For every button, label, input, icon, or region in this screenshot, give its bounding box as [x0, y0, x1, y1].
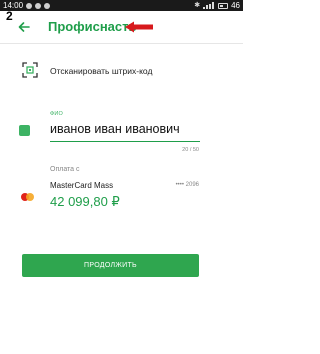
status-bar: 14:00 ✱ 46: [0, 0, 243, 11]
scan-barcode-row[interactable]: Отсканировать штрих-код: [0, 57, 243, 83]
card-balance: 42 099,80 ₽: [50, 194, 120, 209]
mastercard-icon: [21, 193, 35, 202]
notification-icon: [26, 2, 33, 9]
fio-input[interactable]: иванов иван иванович: [50, 122, 180, 136]
battery-icon: [218, 2, 229, 9]
annotation-arrow-icon: [125, 21, 153, 33]
back-arrow-icon: [18, 22, 30, 32]
scan-barcode-label: Отсканировать штрих-код: [50, 66, 153, 76]
card-name: MasterCard Mass: [50, 181, 114, 190]
payment-source-label: Оплата с: [50, 166, 80, 173]
fio-field-icon: [19, 125, 30, 136]
barcode-scan-icon: [22, 62, 38, 78]
fio-field[interactable]: ФИО иванов иван иванович 20 / 50: [0, 104, 243, 156]
continue-button[interactable]: ПРОДОЛЖИТЬ: [22, 254, 199, 277]
chat-icon: [44, 2, 51, 9]
bluetooth-icon: ✱: [194, 2, 201, 9]
app-header: Профиснасть: [0, 11, 243, 44]
payment-source[interactable]: Оплата с MasterCard Mass •••• 2096 42 09…: [0, 166, 243, 212]
fio-char-counter: 20 / 50: [182, 147, 199, 153]
fio-label: ФИО: [50, 111, 64, 117]
battery-level: 46: [231, 1, 240, 10]
card-number-mask: •••• 2096: [175, 182, 199, 188]
annotation-number: 2: [6, 9, 13, 23]
fio-underline: [50, 141, 200, 142]
messenger-icon: [35, 2, 42, 9]
back-button[interactable]: [14, 17, 34, 37]
signal-icon: [203, 2, 215, 9]
